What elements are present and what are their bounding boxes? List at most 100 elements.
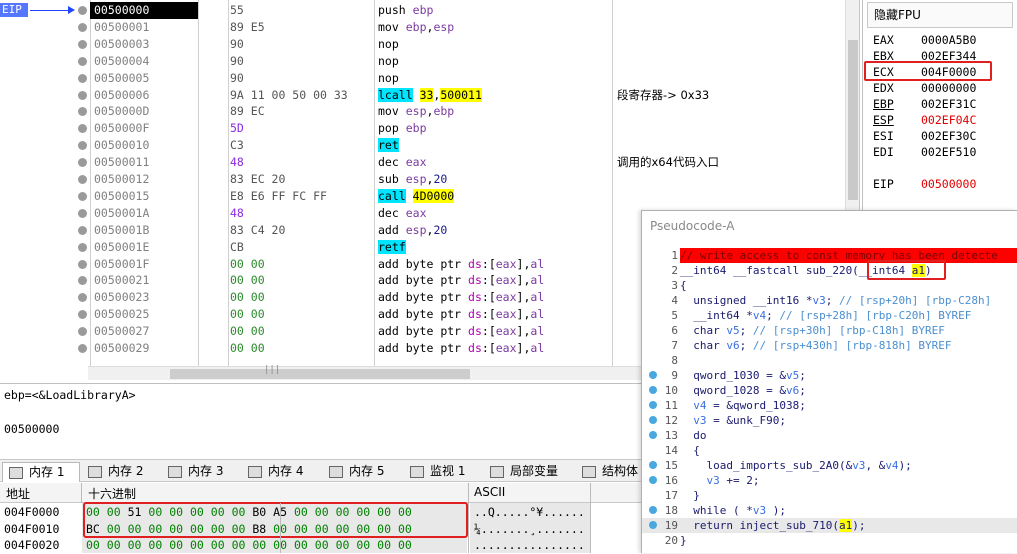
code-text[interactable]: { xyxy=(680,278,687,293)
code-text[interactable]: } xyxy=(680,488,700,503)
breakpoint-dot-icon[interactable] xyxy=(78,107,87,117)
pseudocode-line[interactable]: 11 v4 = &qword_1038; xyxy=(642,398,1017,413)
breakpoint-dot-icon[interactable] xyxy=(78,225,87,235)
breakpoint-dot-icon[interactable] xyxy=(78,73,87,83)
tab-memory-1[interactable]: 内存 1 xyxy=(2,462,80,482)
pseudocode-line[interactable]: 12 v3 = &unk_F90; xyxy=(642,413,1017,428)
pseudocode-line[interactable]: 9 qword_1030 = &v5; xyxy=(642,368,1017,383)
register-edi[interactable]: EDI 002EF510 xyxy=(873,144,976,160)
address-cell[interactable]: 00500025 xyxy=(90,306,198,323)
dump-hex[interactable]: 00 00 00 00 00 00 00 00 00 00 00 00 00 0… xyxy=(86,537,412,554)
address-cell[interactable]: 00500027 xyxy=(90,323,198,340)
instruction-cell[interactable]: add byte ptr ds:[eax],al xyxy=(378,306,613,323)
register-edx[interactable]: EDX 00000000 xyxy=(873,80,976,96)
code-text[interactable]: return inject_sub_710(a1); xyxy=(680,518,865,533)
breakpoint-dot-icon[interactable] xyxy=(78,158,87,168)
code-text[interactable]: v4 = &qword_1038; xyxy=(680,398,806,413)
hide-fpu-button[interactable]: 隐藏FPU xyxy=(867,2,1013,28)
scroll-thumb[interactable] xyxy=(170,369,470,379)
address-cell[interactable]: 00500010 xyxy=(90,137,198,154)
dump-ascii[interactable]: ..Q.....°¥...... xyxy=(474,504,585,521)
pseudocode-line[interactable]: 19 return inject_sub_710(a1); xyxy=(642,518,1017,533)
pseudocode-line[interactable]: 7 char v6; // [rsp+430h] [rbp-818h] BYRE… xyxy=(642,338,1017,353)
pseudocode-line[interactable]: 5 __int64 *v4; // [rsp+28h] [rbp-C20h] B… xyxy=(642,308,1017,323)
address-cell[interactable]: 00500000 xyxy=(90,2,198,19)
code-text[interactable]: unsigned __int16 *v3; // [rsp+20h] [rbp-… xyxy=(680,293,991,308)
pseudocode-line[interactable]: 2 __int64 __fastcall sub_220(__int64 a1) xyxy=(642,263,1017,278)
breakpoint-dot-icon[interactable] xyxy=(78,124,87,134)
instruction-cell[interactable]: nop xyxy=(378,36,613,53)
instruction-cell[interactable]: ret xyxy=(378,137,613,154)
address-cell[interactable]: 00500023 xyxy=(90,289,198,306)
disasm-row[interactable]: 00500010 C3 ret xyxy=(0,137,845,154)
scroll-thumb[interactable] xyxy=(848,40,858,200)
instruction-cell[interactable]: dec eax xyxy=(378,205,613,222)
instruction-cell[interactable]: push ebp xyxy=(378,2,613,19)
instruction-cell[interactable]: lcall 33,500011 xyxy=(378,87,613,104)
address-cell[interactable]: 0050000D xyxy=(90,103,198,120)
pseudocode-line[interactable]: 17 } xyxy=(642,488,1017,503)
instruction-cell[interactable]: add esp,20 xyxy=(378,222,613,239)
breakpoint-dot-icon[interactable] xyxy=(78,22,87,32)
dump-address[interactable]: 004F0020 xyxy=(4,537,82,554)
breakpoint-dot-icon[interactable] xyxy=(649,401,657,409)
instruction-cell[interactable]: add byte ptr ds:[eax],al xyxy=(378,272,613,289)
register-eax[interactable]: EAX 0000A5B0 xyxy=(873,32,976,48)
disasm-row[interactable]: 00500012 83 EC 20 sub esp,20 xyxy=(0,171,845,188)
instruction-cell[interactable]: retf xyxy=(378,239,613,256)
address-cell[interactable]: 0050001A xyxy=(90,205,198,222)
address-cell[interactable]: 00500005 xyxy=(90,70,198,87)
breakpoint-dot-icon[interactable] xyxy=(78,310,87,320)
address-cell[interactable]: 00500029 xyxy=(90,340,198,357)
address-cell[interactable]: 0050001B xyxy=(90,222,198,239)
breakpoint-dot-icon[interactable] xyxy=(78,175,87,184)
breakpoint-dot-icon[interactable] xyxy=(78,191,87,201)
code-text[interactable]: v3 = &unk_F90; xyxy=(680,413,786,428)
tab-memory-4[interactable]: 内存 4 xyxy=(242,462,321,482)
pseudocode-line[interactable]: 1// write access to const memory has bee… xyxy=(642,248,1017,263)
breakpoint-dot-icon[interactable] xyxy=(78,259,87,269)
address-cell[interactable]: 00500003 xyxy=(90,36,198,53)
tab-memory-2[interactable]: 内存 2 xyxy=(82,462,160,482)
breakpoint-dot-icon[interactable] xyxy=(649,506,657,514)
breakpoint-dot-icon[interactable] xyxy=(78,39,87,49)
breakpoint-dot-icon[interactable] xyxy=(78,56,87,66)
pseudocode-line[interactable]: 15 load_imports_sub_2A0(&v3, &v4); xyxy=(642,458,1017,473)
disasm-row[interactable]: 00500015 E8 E6 FF FC FF call 4D0000 xyxy=(0,188,845,205)
instruction-cell[interactable]: sub esp,20 xyxy=(378,171,613,188)
disasm-row[interactable]: 00500006 9A 11 00 50 00 33 lcall 33,500011… xyxy=(0,87,845,104)
code-text[interactable]: // write access to const memory has been… xyxy=(680,248,1017,263)
instruction-cell[interactable]: pop ebp xyxy=(378,120,613,137)
pseudocode-line[interactable]: 13 do xyxy=(642,428,1017,443)
pseudocode-line[interactable]: 8 xyxy=(642,353,1017,368)
address-cell[interactable]: 00500001 xyxy=(90,19,198,36)
breakpoint-dot-icon[interactable] xyxy=(649,371,657,379)
instruction-cell[interactable]: add byte ptr ds:[eax],al xyxy=(378,323,613,340)
instruction-cell[interactable]: add byte ptr ds:[eax],al xyxy=(378,340,613,357)
dump-ascii[interactable]: ................ xyxy=(474,537,585,554)
code-text[interactable]: { xyxy=(680,443,700,458)
disasm-row[interactable]: 00500005 90 nop xyxy=(0,70,845,87)
address-cell[interactable]: 00500012 xyxy=(90,171,198,188)
breakpoint-dot-icon[interactable] xyxy=(649,416,657,424)
address-cell[interactable]: 00500021 xyxy=(90,272,198,289)
disasm-row[interactable]: 00500004 90 nop xyxy=(0,53,845,70)
instruction-cell[interactable]: mov esp,ebp xyxy=(378,103,613,120)
address-cell[interactable]: 00500004 xyxy=(90,53,198,70)
breakpoint-dot-icon[interactable] xyxy=(78,344,87,353)
code-text[interactable]: qword_1030 = &v5; xyxy=(680,368,806,383)
pseudocode-line[interactable]: 20} xyxy=(642,533,1017,548)
instruction-cell[interactable]: add byte ptr ds:[eax],al xyxy=(378,289,613,306)
register-eip[interactable]: EIP 00500000 xyxy=(873,176,976,192)
code-text[interactable]: v3 += 2; xyxy=(680,473,760,488)
breakpoint-dot-icon[interactable] xyxy=(78,242,87,252)
disasm-row[interactable]: 0050000D 89 EC mov esp,ebp xyxy=(0,103,845,120)
address-cell[interactable]: 00500006 xyxy=(90,87,198,104)
code-text[interactable]: qword_1028 = &v6; xyxy=(680,383,806,398)
disasm-row[interactable]: EIP 00500000 55 push ebp xyxy=(0,2,845,19)
disasm-row[interactable]: 0050000F 5D pop ebp xyxy=(0,120,845,137)
code-text[interactable]: while ( *v3 ); xyxy=(680,503,786,518)
register-ebp[interactable]: EBP 002EF31C xyxy=(873,96,976,112)
pseudocode-line[interactable]: 14 { xyxy=(642,443,1017,458)
tab-watch-1[interactable]: 监视 1 xyxy=(404,462,482,482)
